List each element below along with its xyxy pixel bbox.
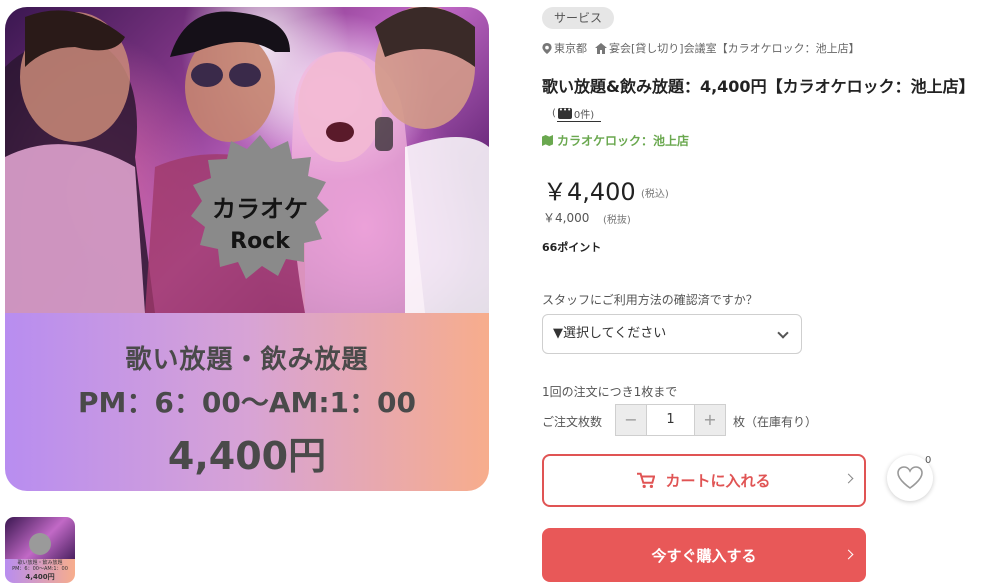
category-badge[interactable]: サービス xyxy=(542,7,615,29)
cart-icon xyxy=(637,472,656,488)
product-main-image[interactable]: カラオケ Rock 歌い放題・飲み放題 PM：6：00〜AM:1：00 4,40… xyxy=(5,7,489,491)
home-icon xyxy=(595,42,607,54)
quantity-input[interactable]: 1 xyxy=(646,405,695,435)
promo-headline: 歌い放題・飲み放題 xyxy=(125,345,369,375)
price-tax-label: (税込) xyxy=(641,189,669,200)
favorite-count: 0 xyxy=(925,455,932,466)
chevron-down-icon xyxy=(777,327,789,339)
order-limit-note: 1回の注文につき1枚まで xyxy=(542,385,678,399)
thumbnail-photo xyxy=(5,517,75,559)
promo-band: 歌い放題・飲み放題 PM：6：00〜AM:1：00 4,400円 xyxy=(5,313,489,491)
review-count: 0件) xyxy=(573,110,595,121)
karaoke-rock-badge: カラオケ Rock xyxy=(191,135,329,279)
product-title: 歌い放題&飲み放題：4,400円【カラオケロック：池上店】 xyxy=(542,77,975,96)
thumbnail-band: 歌い放題・飲み放題 PM：6：00〜AM:1：00 4,400円 xyxy=(5,559,75,583)
location-text: 東京都 xyxy=(554,42,587,55)
product-meta: 東京都 宴会[貸し切り]会議室【カラオケロック：池上店】 xyxy=(542,40,860,56)
staff-confirm-question: スタッフにご利用方法の確認済ですか？ xyxy=(542,293,758,307)
review-paren: ( xyxy=(552,108,556,119)
chevron-right-icon xyxy=(843,473,854,484)
karaoke-party-photo: カラオケ Rock xyxy=(5,7,489,313)
map-pin-icon xyxy=(542,42,552,54)
quantity-label: ご注文枚数 xyxy=(542,415,603,429)
chat-icon xyxy=(557,106,572,119)
buy-now-label: 今すぐ購入する xyxy=(651,546,757,565)
badge-subtitle: Rock xyxy=(230,229,290,254)
promo-hours: PM：6：00〜AM:1：00 xyxy=(77,386,416,419)
venue-type-text: 宴会[貸し切り]会議室【カラオケロック：池上店】 xyxy=(609,42,860,55)
select-value: ▼選択してください xyxy=(553,326,667,341)
promo-price: 4,400円 xyxy=(167,434,327,478)
badge-title: カラオケ xyxy=(212,195,308,223)
review-link[interactable]: ( 0件) xyxy=(552,106,594,121)
heart-icon xyxy=(897,466,923,489)
add-to-cart-label: カートに入れる xyxy=(665,472,771,490)
thumbnail-badge xyxy=(29,533,51,555)
price-without-tax: ￥4,000 xyxy=(543,211,590,225)
reward-points: 66ポイント xyxy=(542,241,602,254)
chevron-right-icon xyxy=(843,549,854,560)
shop-link[interactable]: カラオケロック：池上店 xyxy=(542,132,689,149)
map-icon xyxy=(542,135,553,146)
buy-now-button[interactable]: 今すぐ購入する xyxy=(542,528,866,582)
stock-status: 枚（在庫有り） xyxy=(733,415,818,429)
thumbnail-hours: PM：6：00〜AM:1：00 xyxy=(12,566,68,572)
price-with-tax: ￥4,400 xyxy=(543,178,636,206)
product-thumbnail[interactable]: 歌い放題・飲み放題 PM：6：00〜AM:1：00 4,400円 xyxy=(5,517,75,583)
price-ex-tax-label: (税抜) xyxy=(603,215,631,226)
review-underline xyxy=(557,121,601,122)
add-to-cart-button[interactable]: カートに入れる xyxy=(542,454,866,507)
thumbnail-price: 4,400円 xyxy=(25,573,55,581)
quantity-decrease-button[interactable]: − xyxy=(616,405,646,435)
staff-confirm-select[interactable]: ▼選択してください xyxy=(542,314,802,354)
quantity-stepper[interactable]: − 1 + xyxy=(615,404,726,436)
quantity-increase-button[interactable]: + xyxy=(695,405,725,435)
shop-name: カラオケロック：池上店 xyxy=(557,134,690,148)
